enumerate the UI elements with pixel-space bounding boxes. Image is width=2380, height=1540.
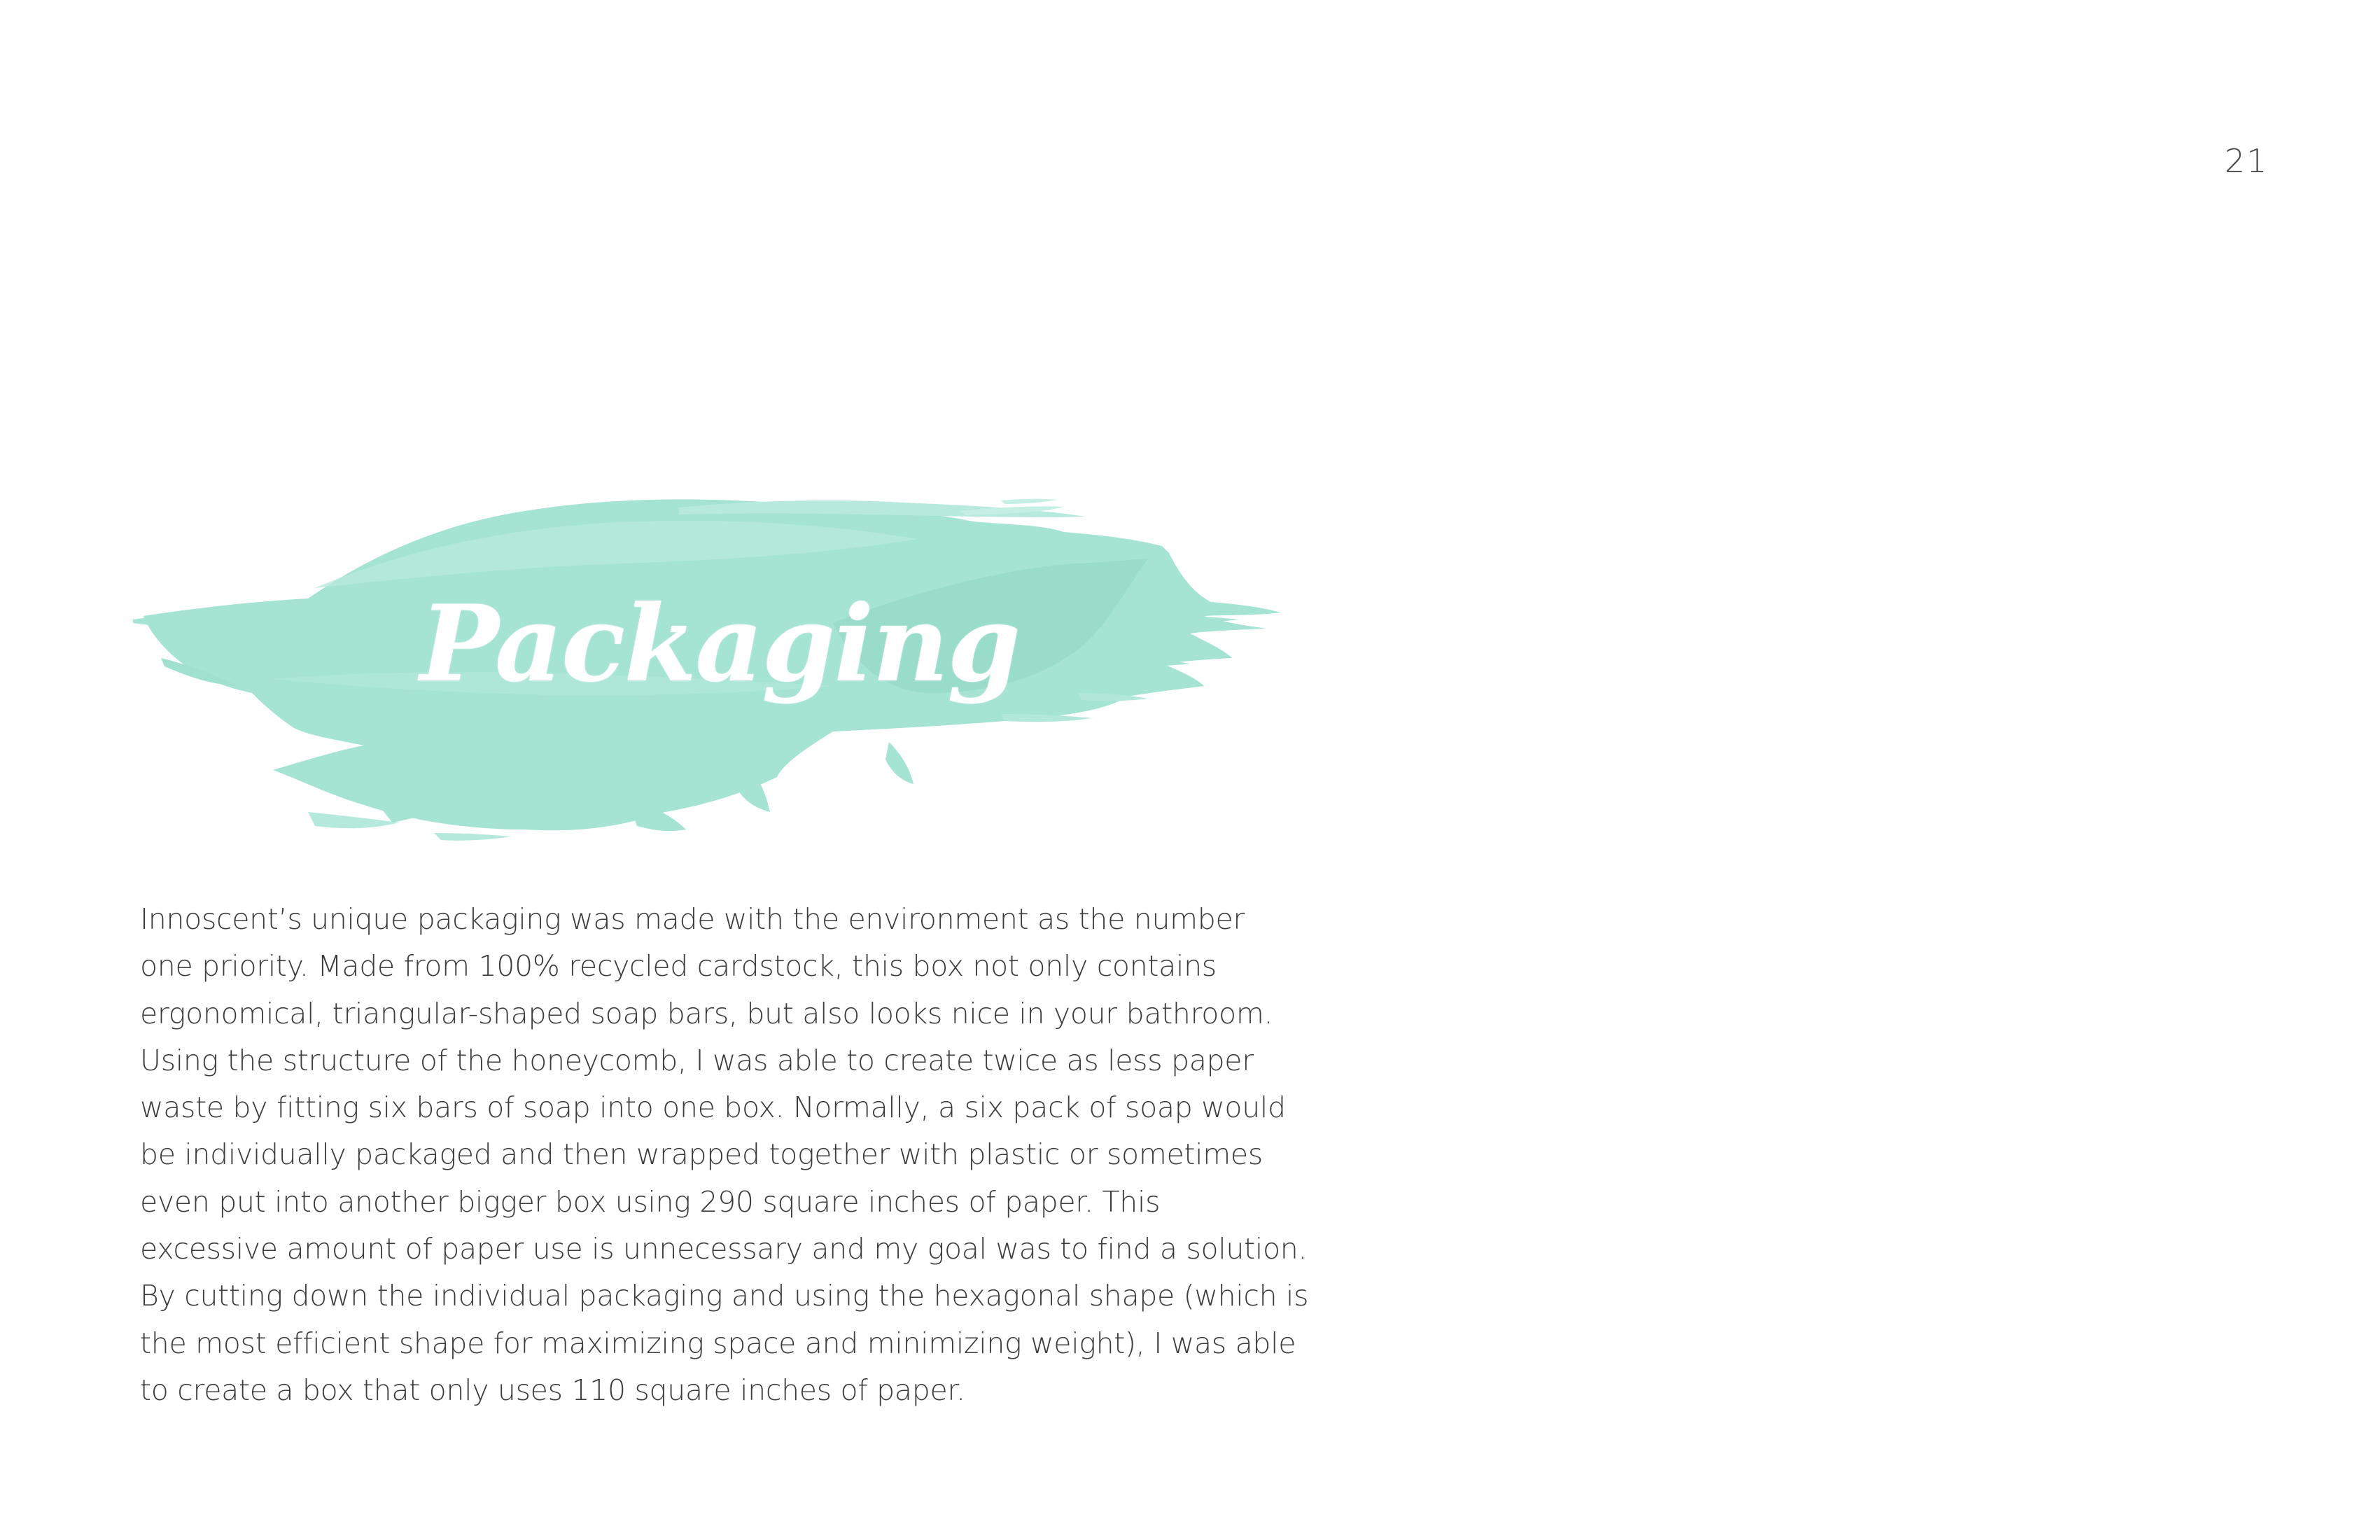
body-line: one priority. Made from 100% recycled ca…	[140, 949, 1217, 983]
body-line: be individually packaged and then wrappe…	[140, 1138, 1263, 1172]
body-line: excessive amount of paper use is unneces…	[140, 1232, 1308, 1266]
body-line: waste by fitting six bars of soap into o…	[140, 1091, 1286, 1125]
body-line: Using the structure of the honeycomb, I …	[140, 1043, 1254, 1077]
body-line: ergonomical, triangular-shaped soap bars…	[140, 996, 1273, 1030]
body-line: Innoscent’s unique packaging was made wi…	[140, 902, 1245, 936]
title-banner: Packaging	[133, 483, 1288, 847]
body-line: the most efficient shape for maximizing …	[140, 1326, 1296, 1360]
page-title: Packaging	[420, 582, 1021, 706]
body-paragraph: Innoscent’s unique packaging was made wi…	[140, 896, 1309, 1414]
body-line: to create a box that only uses 110 squar…	[140, 1373, 965, 1407]
page-number: 21	[2225, 142, 2269, 180]
body-line: By cutting down the individual packaging…	[140, 1279, 1309, 1313]
body-line: even put into another bigger box using 2…	[140, 1184, 1161, 1219]
